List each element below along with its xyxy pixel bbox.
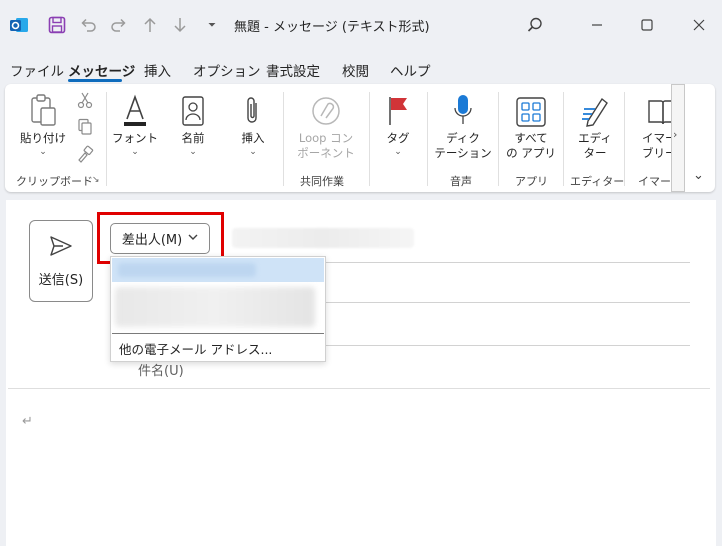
save-icon[interactable] (46, 14, 68, 36)
microphone-icon (452, 91, 474, 127)
paperclip-icon (244, 91, 262, 127)
ribbon-separator (498, 92, 499, 186)
font-icon (121, 91, 149, 127)
redo-icon[interactable] (108, 14, 130, 36)
cc-field-line (326, 302, 690, 303)
attach-label: 挿入 (241, 131, 265, 145)
dictate-button[interactable]: ディク テーション (432, 91, 494, 161)
tab-file[interactable]: ファイル (10, 60, 64, 80)
ribbon-scroll-right-icon: › (673, 128, 678, 141)
all-apps-button[interactable]: すべて の アプリ (502, 91, 560, 161)
loop-label: Loop コン ポーネント (297, 131, 355, 160)
all-apps-label: すべて の アプリ (506, 131, 556, 160)
maximize-icon[interactable] (632, 12, 662, 38)
active-tab-indicator (68, 79, 122, 82)
outlook-icon (8, 14, 30, 36)
immersive-reader-label: イマー ブリー (642, 131, 671, 160)
body-separator (8, 388, 710, 389)
ribbon-separator (283, 92, 284, 186)
font-chevron-icon: ⌄ (131, 147, 139, 157)
names-label: 名前 (181, 131, 205, 145)
apps-grid-icon (516, 91, 546, 127)
group-label-collaboration: 共同作業 (300, 175, 344, 188)
ribbon-collapse-chevron-icon[interactable]: ⌄ (693, 168, 704, 183)
down-arrow-icon[interactable] (169, 14, 191, 36)
editor-label: エディ ター (578, 131, 612, 160)
return-mark-icon: ↵ (22, 414, 33, 429)
tab-options[interactable]: オプション (193, 60, 261, 80)
window-frame-right (716, 200, 722, 546)
font-button[interactable]: フォント ⌄ (112, 91, 158, 157)
attach-button[interactable]: 挿入 ⌄ (230, 91, 276, 157)
names-chevron-icon: ⌄ (189, 147, 197, 157)
cut-icon[interactable] (77, 91, 93, 113)
tag-label: タグ (386, 131, 410, 145)
group-label-apps: アプリ (515, 175, 548, 188)
undo-icon[interactable] (77, 14, 99, 36)
immersive-reader-button[interactable]: イマー ブリー (630, 91, 671, 161)
send-button[interactable]: 送信(S) (29, 220, 93, 302)
font-label: フォント (112, 131, 158, 145)
copy-icon[interactable] (77, 118, 93, 140)
ribbon-separator (624, 92, 625, 186)
redacted-sender-address (232, 228, 414, 248)
flag-icon (386, 91, 410, 127)
attach-chevron-icon: ⌄ (249, 147, 257, 157)
group-label-clipboard: クリップボード (16, 175, 93, 188)
dropdown-separator (112, 333, 324, 334)
editor-button[interactable]: エディ ター (568, 91, 622, 161)
tab-review[interactable]: 校閲 (342, 60, 369, 80)
paste-icon (28, 91, 58, 127)
tab-help[interactable]: ヘルプ (390, 60, 431, 80)
tab-insert[interactable]: 挿入 (144, 60, 171, 80)
tab-format[interactable]: 書式設定 (266, 60, 320, 80)
minimize-icon[interactable] (582, 12, 612, 38)
paste-button[interactable]: 貼り付け ⌄ (16, 91, 70, 157)
editor-pen-icon (580, 91, 610, 127)
format-painter-icon[interactable] (76, 145, 94, 167)
redacted-account-name (118, 263, 256, 277)
ribbon-separator (106, 92, 107, 186)
send-label: 送信(S) (38, 272, 84, 288)
window-title: 無題 - メッセージ (テキスト形式) (234, 20, 430, 35)
subject-field-line (326, 345, 690, 346)
group-label-editor: エディター (570, 175, 625, 188)
dictate-label: ディク テーション (434, 131, 492, 160)
to-field-line (326, 262, 690, 263)
immersive-reader-icon (630, 91, 671, 127)
ribbon-separator (427, 92, 428, 186)
paste-label: 貼り付け (20, 131, 66, 145)
up-arrow-icon[interactable] (139, 14, 161, 36)
immersive-reader-clip: イマー ブリー イマー (628, 84, 671, 192)
group-label-immersive: イマー (638, 175, 671, 188)
names-button[interactable]: 名前 ⌄ (170, 91, 216, 157)
qat-customize-icon[interactable]: ⏷ (203, 14, 221, 36)
clipboard-launcher-icon[interactable]: ↘ (92, 175, 100, 185)
group-label-voice: 音声 (450, 175, 472, 188)
search-icon[interactable] (520, 12, 550, 38)
close-icon[interactable] (684, 12, 714, 38)
send-icon (49, 235, 73, 261)
dropdown-item-account-2[interactable] (115, 287, 315, 327)
loop-icon (310, 91, 342, 127)
tag-chevron-icon: ⌄ (394, 147, 402, 157)
dropdown-item-other-address[interactable]: 他の電子メール アドレス... (119, 339, 272, 358)
loop-component-button[interactable]: Loop コン ポーネント (290, 91, 362, 161)
ribbon-separator (563, 92, 564, 186)
tab-message[interactable]: メッセージ (68, 60, 135, 80)
paste-chevron-icon: ⌄ (39, 147, 47, 157)
address-book-icon (181, 91, 205, 127)
ribbon-separator (369, 92, 370, 186)
window-frame-left (0, 200, 6, 546)
tag-button[interactable]: タグ ⌄ (378, 91, 418, 157)
subject-label: 件名(U) (138, 364, 184, 379)
